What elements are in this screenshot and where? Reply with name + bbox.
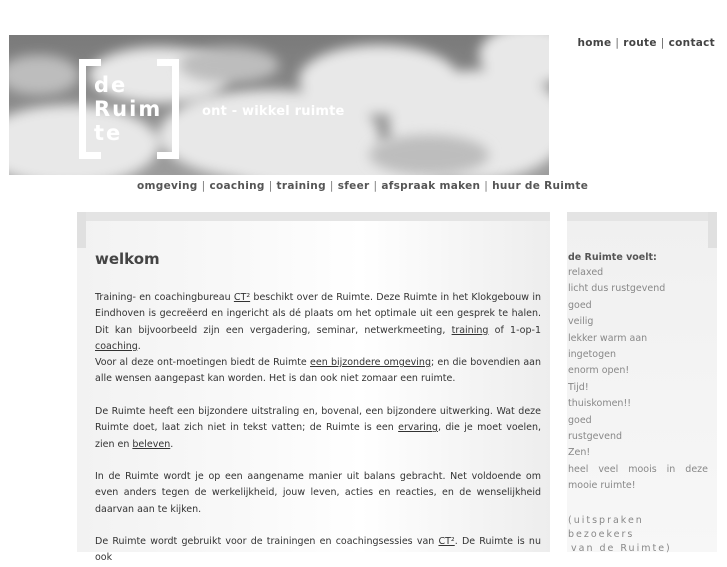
coaching-link[interactable]: coaching — [95, 341, 138, 352]
nav-separator: | — [329, 180, 334, 192]
nav-separator: | — [660, 37, 665, 49]
experience-paragraph: De Ruimte heeft een bijzondere uitstrali… — [95, 404, 541, 453]
list-item: relaxed — [568, 267, 604, 278]
nav-training-link[interactable]: training — [277, 180, 326, 192]
nav-separator: | — [268, 180, 273, 192]
list-item: goed — [568, 414, 592, 426]
text: . — [170, 438, 174, 450]
sidebar-title: de Ruimte voelt: — [568, 252, 657, 263]
main-navigation: omgeving | coaching | training | sfeer | afspraa… — [137, 180, 588, 192]
nav-home-link[interactable]: home — [577, 37, 611, 49]
sidebar-footnote: (uitspraken bezoekers van de Ruimte) — [568, 514, 708, 556]
feelings-list: relaxed licht dus rustgevend goed veilig… — [568, 265, 708, 495]
text: . — [137, 340, 141, 352]
panel-top-border — [77, 212, 550, 221]
logo-word-te: te — [94, 121, 123, 145]
list-item: ingetogen — [568, 349, 616, 361]
tagline: ont - wikkel ruimte — [202, 104, 345, 119]
list-item: Tijd! — [568, 381, 589, 393]
nav-separator: | — [373, 180, 378, 192]
footnote-line: (uitspraken bezoekers — [568, 515, 644, 540]
ct2-link[interactable]: CT² — [438, 536, 454, 547]
sidebar-quotes: de Ruimte voelt: relaxed licht dus rustg… — [567, 212, 717, 554]
logo-word-ruim: Ruim — [94, 97, 163, 121]
environment-paragraph: Voor al deze ont-moetingen biedt de Ruim… — [95, 355, 541, 388]
beleven-link[interactable]: beleven — [132, 439, 170, 450]
de-ruimte-logo[interactable]: de Ruim te — [79, 59, 179, 159]
list-item: goed — [568, 299, 592, 311]
intro-paragraph: Training- en coachingbureau CT² beschikt… — [95, 290, 541, 355]
nav-contact-link[interactable]: contact — [669, 37, 715, 49]
nav-afspraak-link[interactable]: afspraak maken — [381, 180, 480, 192]
panel-corner-bracket — [77, 212, 86, 248]
bijzondere-omgeving-link[interactable]: een bijzondere omgeving — [310, 357, 431, 368]
page-title: welkom — [95, 250, 160, 268]
list-item: thuiskomen!! — [568, 398, 632, 410]
nav-separator: | — [484, 180, 489, 192]
list-item: Zen! — [568, 447, 591, 459]
logo-word-de: de — [94, 73, 128, 97]
list-item: veilig — [568, 316, 594, 328]
training-link[interactable]: training — [452, 325, 489, 336]
nav-separator: | — [615, 37, 620, 49]
nav-separator: | — [201, 180, 206, 192]
text: Voor al deze ont-moetingen biedt de Ruim… — [95, 357, 311, 368]
usage-paragraph: De Ruimte wordt gebruikt voor de trainin… — [95, 534, 541, 567]
nav-coaching-link[interactable]: coaching — [209, 180, 264, 192]
text: Training- en coachingbureau — [95, 292, 234, 303]
sidebar-top-border — [567, 212, 717, 221]
list-item: heel veel moois in deze mooie ruimte! — [568, 463, 708, 492]
balance-paragraph: In de Ruimte wordt je op een aangename m… — [95, 471, 541, 515]
list-item: licht dus rustgevend — [568, 283, 666, 295]
list-item: lekker warm aan — [568, 332, 648, 344]
nav-sfeer-link[interactable]: sfeer — [338, 180, 370, 192]
text: of 1-op-1 — [488, 324, 541, 336]
top-navigation: home | route | contact — [577, 37, 715, 49]
nav-huur-link[interactable]: huur de Ruimte — [492, 180, 588, 192]
text: De Ruimte wordt gebruikt voor de trainin… — [95, 536, 439, 547]
nav-route-link[interactable]: route — [623, 37, 657, 49]
ct2-link[interactable]: CT² — [234, 292, 250, 303]
main-content-panel: welkom Training- en coachingbureau CT² b… — [77, 212, 550, 563]
list-item: enorm open! — [568, 365, 630, 377]
ervaring-link[interactable]: ervaring — [398, 422, 438, 433]
header-banner: de Ruim te ont - wikkel ruimte — [9, 35, 549, 175]
sidebar-corner-bracket — [708, 212, 717, 248]
list-item: rustgevend — [568, 431, 622, 443]
footnote-line: van de Ruimte) — [571, 543, 672, 554]
nav-omgeving-link[interactable]: omgeving — [137, 180, 198, 192]
